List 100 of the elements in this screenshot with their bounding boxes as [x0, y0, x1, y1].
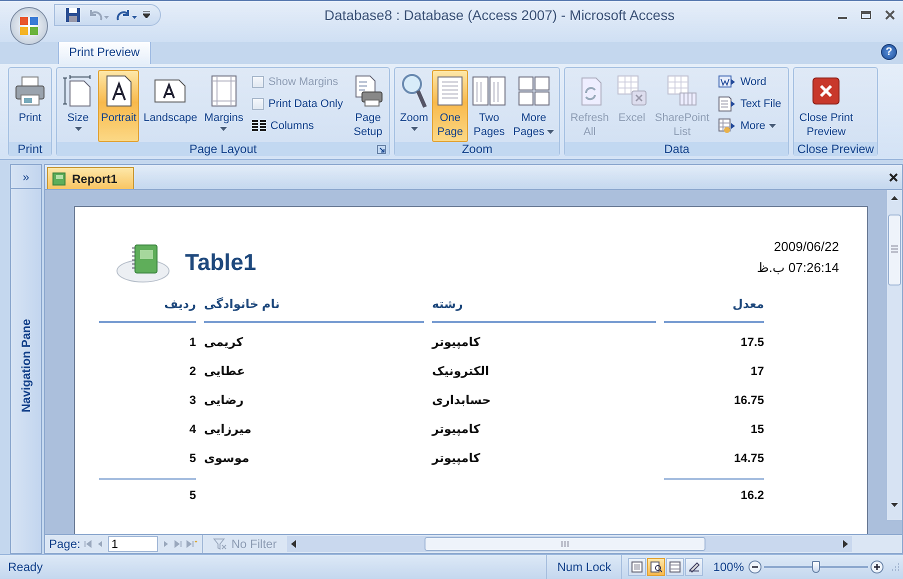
ribbon-button[interactable]: Zoom: [397, 70, 432, 142]
ribbon-button[interactable]: Page Setup: [349, 70, 388, 142]
ribbon-button[interactable]: Portrait: [98, 70, 140, 142]
redo-icon[interactable]: [115, 8, 137, 22]
office-button[interactable]: [10, 6, 48, 44]
view-button[interactable]: [628, 558, 646, 576]
document-tab[interactable]: Report1: [47, 167, 134, 189]
table-cell: موسوی: [204, 450, 250, 464]
table-cell: الکترونیک: [432, 364, 490, 378]
resize-grip-icon[interactable]: [890, 562, 900, 572]
table-cell: رضایی: [204, 392, 244, 406]
num-lock-indicator: Num Lock: [546, 555, 622, 579]
caret-icon: [220, 127, 228, 131]
report-date: 2009/06/22: [774, 239, 839, 254]
group-label: Close Preview: [797, 142, 874, 156]
group-label: Zoom: [462, 142, 493, 156]
table-cell: 5: [189, 450, 196, 464]
table-cell: 15: [750, 422, 764, 436]
total-cell: 5: [189, 488, 196, 502]
zoom-level: 100%: [713, 560, 744, 574]
table-cell: حسابداری: [432, 392, 491, 406]
ribbon-button[interactable]: Print: [11, 70, 49, 142]
vertical-scrollbar[interactable]: [887, 190, 902, 520]
table-cell: 14.75: [734, 450, 764, 464]
help-button[interactable]: ?: [881, 44, 897, 60]
view-button[interactable]: [685, 558, 704, 576]
print-preview-icon: [650, 561, 662, 573]
ribbon-button[interactable]: Two Pages: [469, 70, 510, 142]
portrait-page-icon: [104, 75, 133, 107]
landscape-page-icon: [154, 78, 186, 104]
ribbon-button[interactable]: Text File: [715, 94, 784, 114]
column-header: معدل: [664, 297, 764, 323]
report-title: Table1: [185, 248, 256, 276]
maximize-icon[interactable]: [861, 10, 871, 19]
table-cell: 17: [750, 364, 764, 378]
table-cell: عطایی: [204, 364, 246, 378]
horizontal-scrollbar[interactable]: [286, 536, 852, 552]
office-logo-icon: [19, 16, 39, 36]
ribbon-button[interactable]: Columns: [249, 116, 346, 136]
status-text: Ready: [8, 560, 44, 574]
zoom-in-icon[interactable]: [870, 560, 884, 574]
column-header: ردیف: [99, 297, 196, 323]
caret-icon: [547, 130, 554, 134]
report-time: 07:26:14 ب.ظ: [756, 260, 839, 276]
margins-icon: [210, 75, 237, 107]
magnifier-icon: [401, 73, 428, 109]
ribbon-button[interactable]: More Pages: [510, 70, 558, 142]
table-cell: 1: [189, 334, 196, 348]
list-export-icon: [666, 75, 698, 107]
dialog-launcher-icon[interactable]: [377, 145, 386, 154]
column-header: نام خانوادگی: [204, 297, 424, 323]
ribbon-button[interactable]: Margins: [201, 70, 246, 142]
layout-view-icon: [669, 561, 682, 573]
view-button[interactable]: [666, 558, 684, 576]
text-file-icon: [718, 96, 736, 112]
printer-icon: [14, 75, 46, 107]
report-view-icon: [631, 561, 644, 573]
table-cell: 16.75: [734, 392, 764, 406]
caret-icon: [769, 124, 776, 128]
window-title: Database8 : Database (Access 2007) - Microsoft Access: [323, 6, 676, 22]
group-label: Data: [664, 142, 690, 156]
funnel-icon: [213, 538, 228, 550]
close-icon[interactable]: [885, 10, 895, 20]
ribbon-button[interactable]: Landscape: [140, 70, 200, 142]
column-header: رشته: [432, 297, 656, 323]
customize-toolbar-icon[interactable]: [143, 11, 150, 18]
report-icon: [52, 172, 66, 186]
zoom-out-icon[interactable]: [748, 560, 762, 574]
table-cell: کامپیوتر: [432, 422, 480, 436]
table-cell: کریمی: [204, 334, 244, 348]
ribbon-button[interactable]: One Page: [432, 70, 468, 142]
group-label: Print: [18, 142, 42, 156]
table-cell: میرزایی: [204, 422, 252, 436]
close-icon: [812, 77, 840, 105]
expand-pane-button[interactable]: »: [11, 165, 41, 189]
table-cell: 3: [189, 392, 196, 406]
multiple-pages-icon: [518, 76, 550, 106]
save-icon[interactable]: [65, 6, 81, 22]
ribbon-button[interactable]: More: [715, 116, 784, 136]
caret-icon: [74, 127, 82, 131]
word-export-icon: [718, 75, 736, 89]
close-icon[interactable]: [889, 172, 898, 182]
design-view-icon: [688, 561, 700, 573]
page-label: Page:: [49, 537, 80, 551]
slider-thumb[interactable]: [812, 561, 820, 573]
columns-icon: [252, 120, 266, 132]
table-cell: 17.5: [740, 334, 764, 348]
checkbox[interactable]: Print Data Only: [249, 94, 346, 114]
table-export-icon: [718, 118, 736, 134]
table-cell: 2: [189, 364, 196, 378]
view-button[interactable]: [647, 558, 666, 576]
table-cell: 4: [189, 422, 196, 436]
ribbon-button[interactable]: Close Print Preview: [796, 70, 856, 142]
table-cell: کامپیوتر: [432, 334, 480, 348]
pane-label[interactable]: Navigation Pane: [19, 319, 33, 412]
group-label: Page Layout: [189, 142, 257, 156]
total-cell: 16.2: [740, 488, 764, 502]
page-number-field[interactable]: 1: [108, 536, 158, 552]
ribbon-button[interactable]: Word: [715, 72, 784, 92]
ribbon-button[interactable]: Size: [59, 70, 97, 142]
